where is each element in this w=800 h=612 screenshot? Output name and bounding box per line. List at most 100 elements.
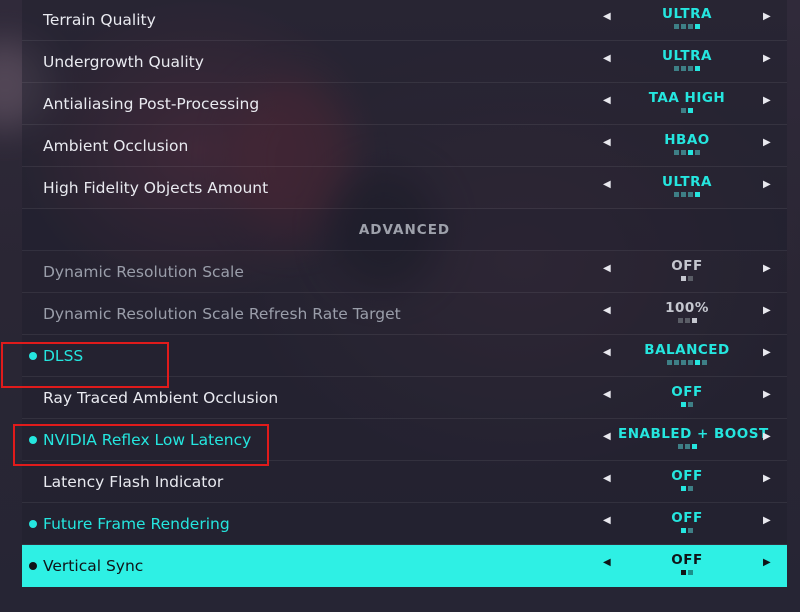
level-indicator [618, 318, 756, 323]
level-pip [681, 24, 686, 29]
triangle-right-icon[interactable]: ▶ [763, 293, 771, 329]
section-title: ADVANCED [358, 222, 451, 238]
triangle-left-icon[interactable]: ◀ [603, 83, 611, 119]
setting-row-vertical-sync[interactable]: Vertical Sync ◀ OFF ▶ [22, 545, 787, 587]
triangle-left-icon[interactable]: ◀ [603, 167, 611, 203]
setting-label: Vertical Sync [43, 557, 144, 575]
triangle-left-icon[interactable]: ◀ [603, 545, 611, 581]
level-pip [674, 66, 679, 71]
level-pip [688, 486, 693, 491]
setting-value: OFF [671, 384, 703, 400]
setting-row-future-frame-rendering[interactable]: Future Frame Rendering ◀ OFF ▶ [22, 503, 787, 545]
setting-row-antialiasing-post-processing[interactable]: Antialiasing Post-Processing ◀ TAA HIGH ▶ [22, 83, 787, 125]
triangle-left-icon[interactable]: ◀ [603, 41, 611, 77]
level-indicator [618, 570, 756, 575]
level-pip [688, 24, 693, 29]
triangle-left-icon[interactable]: ◀ [603, 293, 611, 329]
level-pip [681, 108, 686, 113]
level-pip [688, 570, 693, 575]
level-pip [674, 360, 679, 365]
level-indicator [618, 444, 756, 449]
triangle-right-icon[interactable]: ▶ [763, 125, 771, 161]
level-pip [695, 66, 700, 71]
triangle-left-icon[interactable]: ◀ [603, 503, 611, 539]
triangle-right-icon[interactable]: ▶ [763, 335, 771, 371]
level-pip [688, 150, 693, 155]
setting-value: HBAO [664, 132, 710, 148]
triangle-right-icon[interactable]: ▶ [763, 41, 771, 77]
triangle-right-icon[interactable]: ▶ [763, 545, 771, 581]
level-pip [684, 444, 690, 449]
setting-value: ULTRA [662, 174, 712, 190]
setting-row-dynamic-resolution-scale[interactable]: Dynamic Resolution Scale ◀ OFF ▶ [22, 251, 787, 293]
triangle-left-icon[interactable]: ◀ [603, 419, 611, 455]
setting-label: Dynamic Resolution Scale [43, 263, 244, 281]
setting-value: OFF [671, 552, 703, 568]
dot-icon [29, 520, 37, 528]
level-pip [695, 24, 700, 29]
setting-row-dynamic-resolution-scale-refresh-rate-target[interactable]: Dynamic Resolution Scale Refresh Rate Ta… [22, 293, 787, 335]
level-indicator [618, 108, 756, 113]
level-pip [681, 150, 686, 155]
level-indicator [618, 66, 756, 71]
setting-label: High Fidelity Objects Amount [43, 179, 269, 197]
setting-value: OFF [671, 468, 703, 484]
level-pip [702, 360, 707, 365]
setting-row-latency-flash-indicator[interactable]: Latency Flash Indicator ◀ OFF ▶ [22, 461, 787, 503]
triangle-right-icon[interactable]: ▶ [763, 377, 771, 413]
level-pip [695, 150, 700, 155]
triangle-left-icon[interactable]: ◀ [603, 125, 611, 161]
setting-value: OFF [671, 258, 703, 274]
setting-label: Terrain Quality [43, 11, 156, 29]
dlss-highlight-box [1, 342, 169, 388]
level-pip [681, 276, 686, 281]
level-pip [677, 444, 683, 449]
setting-row-undergrowth-quality[interactable]: Undergrowth Quality ◀ ULTRA ▶ [22, 41, 787, 83]
triangle-right-icon[interactable]: ▶ [763, 0, 771, 35]
triangle-right-icon[interactable]: ▶ [763, 251, 771, 287]
level-indicator [618, 402, 756, 407]
setting-value: ENABLED + BOOST [618, 426, 769, 442]
level-pip [681, 360, 686, 365]
level-pip [688, 528, 693, 533]
triangle-left-icon[interactable]: ◀ [603, 0, 611, 35]
level-pip [674, 150, 679, 155]
level-pip [691, 444, 697, 449]
dot-icon [29, 562, 37, 570]
setting-label: Future Frame Rendering [43, 515, 230, 533]
triangle-left-icon[interactable]: ◀ [603, 251, 611, 287]
setting-value: TAA HIGH [648, 90, 726, 106]
level-pip [688, 402, 693, 407]
reflex-highlight-box [13, 424, 269, 466]
level-pip [681, 570, 686, 575]
setting-row-terrain-quality[interactable]: Terrain Quality ◀ ULTRA ▶ [22, 0, 787, 41]
setting-value: ULTRA [662, 6, 712, 22]
triangle-right-icon[interactable]: ▶ [763, 167, 771, 203]
level-pip [695, 360, 700, 365]
triangle-right-icon[interactable]: ▶ [763, 419, 771, 455]
setting-label: Latency Flash Indicator [43, 473, 224, 491]
triangle-left-icon[interactable]: ◀ [603, 461, 611, 497]
level-pip [681, 66, 686, 71]
level-pip [684, 318, 690, 323]
triangle-right-icon[interactable]: ▶ [763, 461, 771, 497]
setting-row-ambient-occlusion[interactable]: Ambient Occlusion ◀ HBAO ▶ [22, 125, 787, 167]
setting-value: 100% [665, 300, 709, 316]
level-pip [688, 108, 693, 113]
setting-label: Dynamic Resolution Scale Refresh Rate Ta… [43, 305, 401, 323]
level-pip [691, 318, 697, 323]
setting-row-high-fidelity-objects-amount[interactable]: High Fidelity Objects Amount ◀ ULTRA ▶ [22, 167, 787, 209]
level-pip [695, 192, 700, 197]
level-pip [681, 528, 686, 533]
setting-value: OFF [671, 510, 703, 526]
triangle-right-icon[interactable]: ▶ [763, 503, 771, 539]
triangle-left-icon[interactable]: ◀ [603, 377, 611, 413]
level-indicator [618, 150, 756, 155]
level-pip [674, 24, 679, 29]
level-pip [688, 276, 693, 281]
setting-value: ULTRA [662, 48, 712, 64]
triangle-right-icon[interactable]: ▶ [763, 83, 771, 119]
triangle-left-icon[interactable]: ◀ [603, 335, 611, 371]
level-pip [688, 192, 693, 197]
setting-label: Undergrowth Quality [43, 53, 204, 71]
